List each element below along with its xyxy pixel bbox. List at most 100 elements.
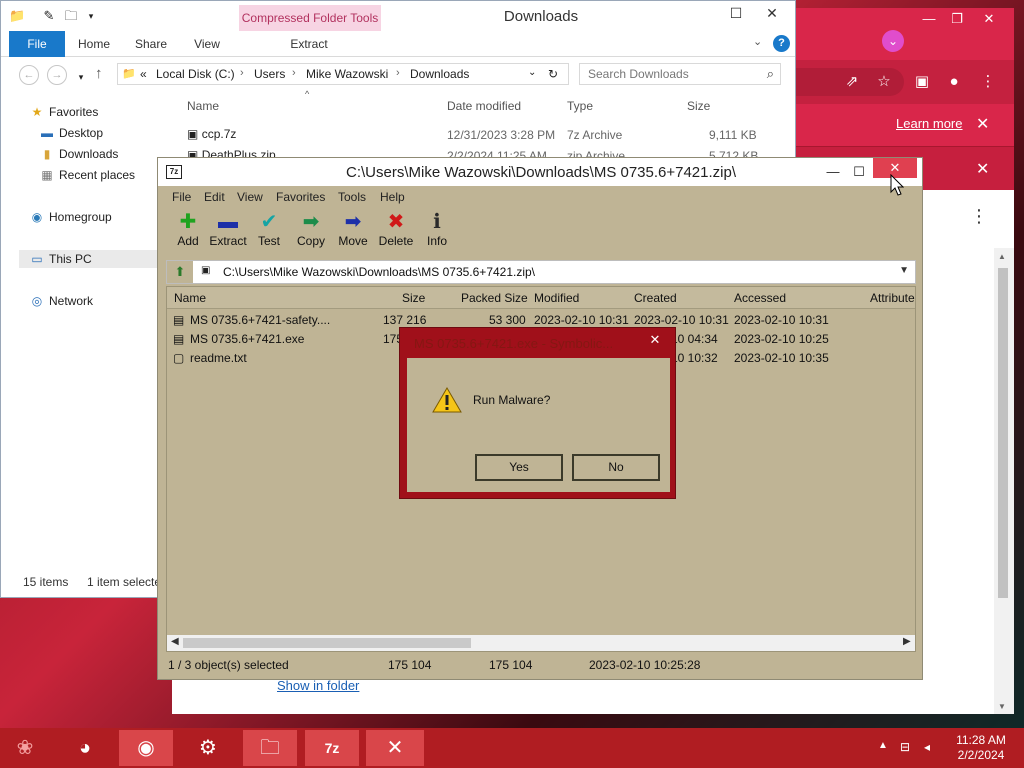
path-dropdown-icon[interactable]: ▼ — [899, 265, 909, 276]
more-options-icon[interactable]: ⋮ — [970, 206, 988, 227]
column-attributes[interactable]: Attribute — [870, 291, 915, 305]
ribbon-tab-home[interactable]: Home — [73, 31, 115, 57]
nav-this-pc[interactable]: ▭ This PC — [19, 250, 159, 268]
breadcrumb-separator[interactable]: › — [292, 67, 296, 79]
browser-scrollbar[interactable]: ▲ ▼ — [994, 248, 1014, 714]
back-button[interactable]: ← — [19, 65, 39, 85]
firefox-taskbar-icon[interactable]: ◕ — [58, 730, 112, 766]
profile-icon[interactable]: ● — [944, 72, 964, 92]
taskbar-clock[interactable]: 11:28 AM 2/2/2024 — [946, 733, 1016, 763]
column-header-type[interactable]: Type — [567, 99, 593, 113]
up-folder-icon[interactable]: ⬆ — [167, 261, 193, 283]
nav-favorites[interactable]: ★ Favorites — [29, 105, 99, 119]
quick-access-dropdown-icon[interactable]: ▾ — [83, 8, 99, 24]
test-button[interactable]: ✔ Test — [247, 210, 291, 248]
breadcrumb-user[interactable]: Mike Wazowski — [306, 67, 388, 81]
explorer-address-bar[interactable]: 📁 « Local Disk (C:) › Users › Mike Wazow… — [117, 63, 569, 85]
help-icon[interactable]: ? — [773, 35, 790, 52]
browser-close-button[interactable]: ✕ — [976, 11, 1002, 27]
new-folder-icon[interactable]: 🗀 — [63, 8, 79, 24]
menu-file[interactable]: File — [172, 190, 191, 204]
network-tray-icon[interactable]: ⊟ — [900, 740, 910, 754]
ribbon-tab-file[interactable]: File — [9, 31, 65, 57]
column-accessed[interactable]: Accessed — [734, 291, 786, 305]
7zip-maximize-button[interactable]: ☐ — [844, 162, 874, 182]
nav-network[interactable]: ◎ Network — [29, 294, 93, 308]
nav-homegroup[interactable]: ◉ Homegroup — [29, 210, 112, 224]
download-bar-close-button[interactable]: ✕ — [976, 159, 989, 179]
no-button[interactable]: No — [572, 454, 660, 481]
column-name[interactable]: Name — [174, 291, 206, 305]
menu-tools[interactable]: Tools — [338, 190, 366, 204]
browser-minimize-button[interactable]: — — [916, 11, 942, 27]
nav-downloads[interactable]: ▮ Downloads — [39, 147, 119, 161]
browser-menu-icon[interactable]: ⋮ — [978, 72, 998, 92]
search-icon[interactable]: ⌕ — [767, 66, 774, 82]
scroll-down-icon[interactable]: ▼ — [998, 702, 1006, 711]
info-bar-close-button[interactable]: ✕ — [976, 114, 989, 134]
menu-favorites[interactable]: Favorites — [276, 190, 325, 204]
address-dropdown-icon[interactable]: ⌄ — [528, 67, 536, 78]
tray-overflow-icon[interactable]: ▲ — [878, 740, 888, 751]
add-button[interactable]: ✚ Add — [166, 210, 210, 248]
sidebar-icon[interactable]: ▣ — [912, 72, 932, 92]
breadcrumb-separator[interactable]: › — [396, 67, 400, 79]
chrome-taskbar-icon[interactable]: ◉ — [119, 730, 173, 766]
show-in-folder-link[interactable]: Show in folder — [277, 678, 359, 693]
copy-button[interactable]: ➡ Copy — [289, 210, 333, 248]
browser-extension-icon[interactable]: ⌄ — [882, 30, 904, 52]
scrollbar-thumb[interactable] — [183, 638, 471, 648]
ribbon-tab-extract[interactable]: Extract — [281, 31, 337, 57]
volume-tray-icon[interactable]: ◂ — [924, 740, 930, 754]
file-explorer-taskbar-icon[interactable]: 🗀 — [243, 730, 297, 766]
info-button[interactable]: ℹ Info — [415, 210, 459, 248]
learn-more-link[interactable]: Learn more — [896, 116, 962, 131]
horizontal-scrollbar[interactable]: ◀ ▶ — [167, 635, 915, 651]
delete-button[interactable]: ✖ Delete — [374, 210, 418, 248]
menu-view[interactable]: View — [237, 190, 263, 204]
compressed-folder-tools-tab[interactable]: Compressed Folder Tools — [239, 5, 381, 31]
breadcrumb-separator[interactable]: › — [240, 67, 244, 79]
breadcrumb-downloads[interactable]: Downloads — [410, 67, 469, 81]
move-button[interactable]: ➡ Move — [331, 210, 375, 248]
column-size[interactable]: Size — [402, 291, 425, 305]
nav-desktop[interactable]: ▬ Desktop — [39, 126, 103, 140]
share-icon[interactable]: ⇗ — [842, 72, 862, 92]
ribbon-tab-view[interactable]: View — [187, 31, 227, 57]
up-folder-button[interactable]: ↑ — [95, 65, 103, 82]
search-input[interactable]: Search Downloads ⌕ — [579, 63, 781, 85]
breadcrumb-users[interactable]: Users — [254, 67, 285, 81]
column-packed-size[interactable]: Packed Size — [461, 291, 528, 305]
ribbon-collapse-icon[interactable]: ⌄ — [753, 35, 762, 48]
recent-locations-icon[interactable]: ▾ — [73, 69, 89, 85]
scrollbar-thumb[interactable] — [998, 268, 1008, 598]
explorer-close-button[interactable]: ✕ — [757, 3, 787, 23]
menu-edit[interactable]: Edit — [204, 190, 225, 204]
column-modified[interactable]: Modified — [534, 291, 579, 305]
start-button-icon[interactable]: ❀ — [0, 730, 50, 766]
menu-help[interactable]: Help — [380, 190, 405, 204]
dialog-close-button[interactable]: ✕ — [642, 331, 668, 349]
column-header-name[interactable]: Name — [187, 99, 219, 113]
app-taskbar-icon[interactable]: ⚙ — [181, 730, 235, 766]
7zip-path-bar[interactable]: ⬆ ▣ C:\Users\Mike Wazowski\Downloads\MS … — [166, 260, 916, 284]
properties-icon[interactable]: ✎ — [41, 8, 57, 24]
ribbon-tab-share[interactable]: Share — [129, 31, 173, 57]
breadcrumb-overflow[interactable]: « — [140, 67, 147, 81]
scroll-right-icon[interactable]: ▶ — [903, 636, 911, 647]
refresh-icon[interactable]: ↻ — [548, 67, 558, 81]
column-header-size[interactable]: Size — [687, 99, 710, 113]
breadcrumb-local-disk[interactable]: Local Disk (C:) — [156, 67, 235, 81]
extract-button[interactable]: ▬ Extract — [206, 210, 250, 248]
yes-button[interactable]: Yes — [475, 454, 563, 481]
scroll-up-icon[interactable]: ▲ — [998, 252, 1006, 261]
column-created[interactable]: Created — [634, 291, 677, 305]
browser-restore-button[interactable]: ❐ — [944, 11, 970, 27]
column-header-date[interactable]: Date modified — [447, 99, 521, 113]
bookmark-star-icon[interactable]: ☆ — [874, 72, 894, 92]
scroll-left-icon[interactable]: ◀ — [171, 636, 179, 647]
7zip-taskbar-icon[interactable]: 7z — [305, 730, 359, 766]
file-row[interactable]: ▣ ccp.7z — [187, 127, 236, 141]
error-app-taskbar-icon[interactable]: ✕ — [366, 730, 424, 766]
nav-recent-places[interactable]: ▦ Recent places — [39, 168, 135, 182]
